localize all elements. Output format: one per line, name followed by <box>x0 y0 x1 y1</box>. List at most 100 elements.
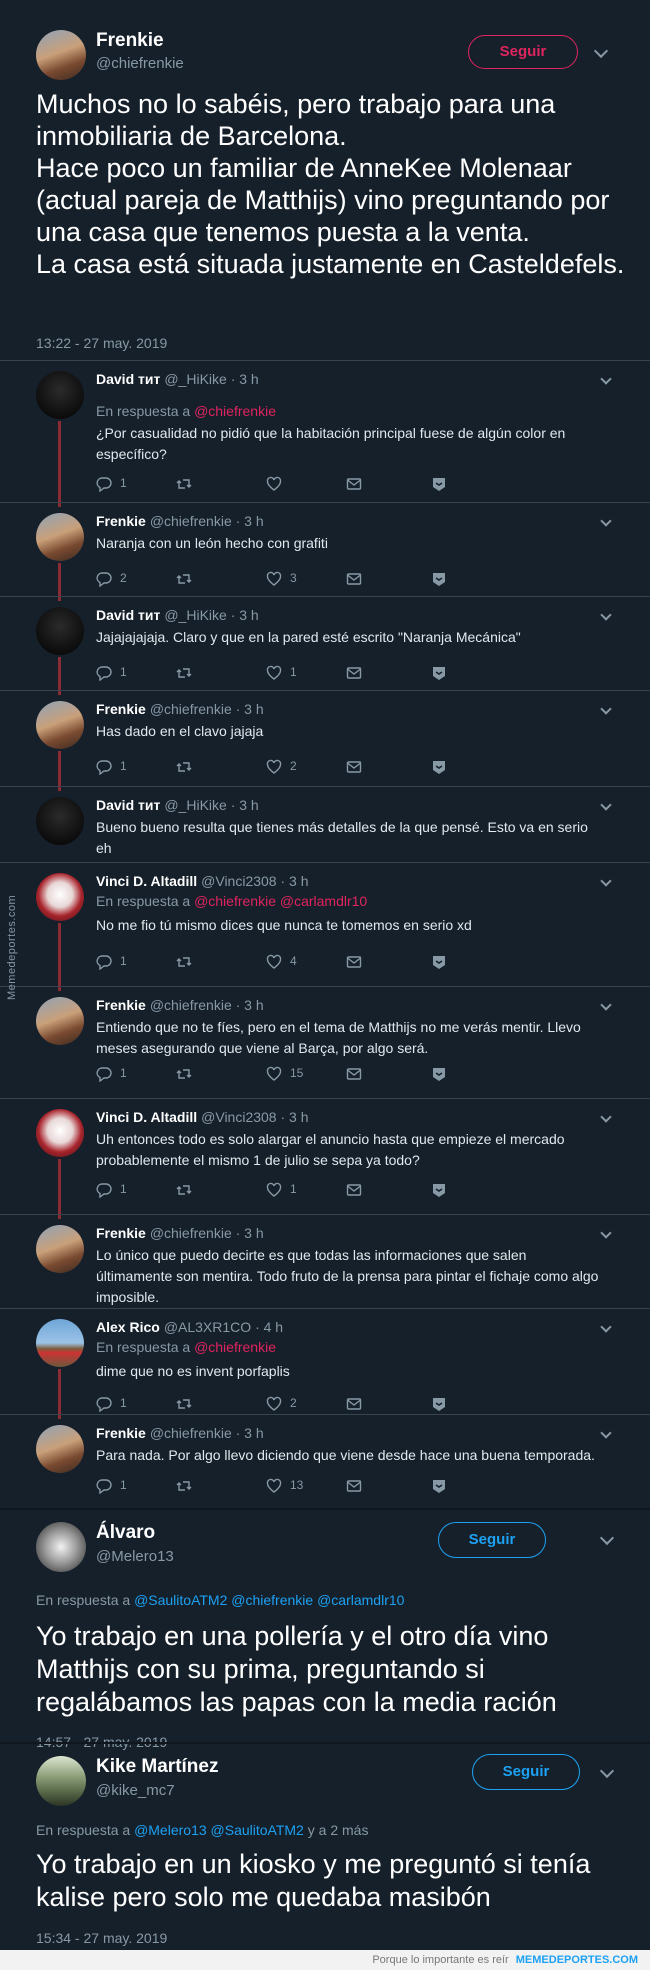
like-button[interactable]: 2 <box>266 756 297 776</box>
reply-button[interactable]: 1 <box>96 662 127 682</box>
like-button[interactable]: 4 <box>266 951 297 971</box>
author-name[interactable]: Frenkie <box>96 513 146 529</box>
reply-age[interactable]: · 3 h <box>236 1425 264 1441</box>
like-button[interactable]: 1 <box>266 662 297 682</box>
author-name[interactable]: Vinci D. Altadill <box>96 1109 197 1125</box>
reply-age[interactable]: · 3 h <box>236 997 264 1013</box>
chevron-down-icon[interactable] <box>599 1763 615 1779</box>
author-handle[interactable]: @_HiKike <box>164 607 226 623</box>
author-handle[interactable]: @Melero13 <box>96 1548 174 1565</box>
author-name[interactable]: Frenkie <box>96 1425 146 1441</box>
dm-button[interactable] <box>346 951 362 971</box>
author-name[interactable]: Frenkie <box>96 30 164 52</box>
reply-tweet[interactable]: David ᴛᴎᴛ @_HiKike · 3 h Jajajajajaja. Cla… <box>0 596 650 695</box>
chevron-down-icon[interactable] <box>600 875 612 887</box>
dm-button[interactable] <box>346 1179 362 1199</box>
mention-link[interactable]: @Melero13 @SaulitoATM2 <box>134 1822 304 1838</box>
reply-age[interactable]: · 3 h <box>231 607 259 623</box>
chevron-down-icon[interactable] <box>600 515 612 527</box>
retweet-button[interactable] <box>176 951 200 971</box>
reply-age[interactable]: · 3 h <box>236 1225 264 1241</box>
retweet-button[interactable] <box>176 662 200 682</box>
author-name[interactable]: Alex Rico <box>96 1319 160 1335</box>
bookmark-button[interactable] <box>431 568 447 588</box>
follow-button[interactable]: Seguir <box>468 35 578 69</box>
dm-button[interactable] <box>346 568 362 588</box>
reply-button[interactable]: 1 <box>96 473 127 493</box>
reply-context-more[interactable]: y a 2 más <box>308 1822 369 1838</box>
reply-tweet[interactable]: Frenkie @chiefrenkie · 3 h Has dado en el … <box>0 690 650 791</box>
reply-button[interactable]: 1 <box>96 1393 127 1413</box>
bookmark-button[interactable] <box>431 756 447 776</box>
avatar[interactable] <box>36 1522 86 1572</box>
reply-button[interactable]: 1 <box>96 1475 127 1495</box>
chevron-down-icon[interactable] <box>600 609 612 621</box>
chevron-down-icon[interactable] <box>593 43 609 59</box>
author-name[interactable]: Frenkie <box>96 1225 146 1241</box>
follow-button[interactable]: Seguir <box>472 1754 580 1790</box>
reply-tweet[interactable]: Vinci D. Altadill @Vinci2308 · 3 h Uh ento… <box>0 1098 650 1219</box>
reply-tweet[interactable]: Frenkie @chiefrenkie · 3 h Naranja con un … <box>0 502 650 601</box>
avatar[interactable] <box>36 701 84 749</box>
reply-button[interactable]: 2 <box>96 568 127 588</box>
like-button[interactable]: 3 <box>266 568 297 588</box>
author-handle[interactable]: @chiefrenkie <box>150 701 232 717</box>
chevron-down-icon[interactable] <box>600 999 612 1011</box>
avatar[interactable] <box>36 371 84 419</box>
author-handle[interactable]: @kike_mc7 <box>96 1782 175 1799</box>
retweet-button[interactable] <box>176 1393 200 1413</box>
footer-brand[interactable]: MEMEDEPORTES.COM <box>516 1954 638 1966</box>
author-handle[interactable]: @chiefrenkie <box>150 997 232 1013</box>
author-handle[interactable]: @chiefrenkie <box>150 513 232 529</box>
like-button[interactable]: 1 <box>266 1179 297 1199</box>
reply-age[interactable]: · 4 h <box>255 1319 283 1335</box>
author-handle[interactable]: @_HiKike <box>164 371 226 387</box>
avatar[interactable] <box>36 1425 84 1473</box>
chevron-down-icon[interactable] <box>600 1111 612 1123</box>
avatar[interactable] <box>36 30 86 80</box>
mention-link[interactable]: @SaulitoATM2 @chiefrenkie @carlamdlr10 <box>134 1592 404 1608</box>
avatar[interactable] <box>36 1225 84 1273</box>
mention-link[interactable]: @chiefrenkie <box>194 1339 276 1355</box>
avatar[interactable] <box>36 607 84 655</box>
author-handle[interactable]: @chiefrenkie <box>150 1425 232 1441</box>
tweet-timestamp[interactable]: 15:34 - 27 may. 2019 <box>36 1930 167 1946</box>
author-name[interactable]: Frenkie <box>96 701 146 717</box>
reply-button[interactable]: 1 <box>96 1179 127 1199</box>
reply-age[interactable]: · 3 h <box>280 1109 308 1125</box>
reply-age[interactable]: · 3 h <box>280 873 308 889</box>
author-name[interactable]: David ᴛᴎᴛ <box>96 607 160 623</box>
author-name[interactable]: Kike Martínez <box>96 1756 218 1778</box>
bookmark-button[interactable] <box>431 473 447 493</box>
author-name[interactable]: David ᴛᴎᴛ <box>96 371 160 387</box>
chevron-down-icon[interactable] <box>599 1530 615 1546</box>
author-name[interactable]: David ᴛᴎᴛ <box>96 797 160 813</box>
like-button[interactable] <box>266 473 290 493</box>
chevron-down-icon[interactable] <box>600 703 612 715</box>
reply-tweet[interactable]: Frenkie @chiefrenkie · 3 h Lo único que pu… <box>0 1214 650 1308</box>
author-handle[interactable]: @chiefrenkie <box>96 55 184 72</box>
bookmark-button[interactable] <box>431 662 447 682</box>
chevron-down-icon[interactable] <box>600 1321 612 1333</box>
reply-button[interactable]: 1 <box>96 1063 127 1083</box>
bookmark-button[interactable] <box>431 951 447 971</box>
bookmark-button[interactable] <box>431 1179 447 1199</box>
reply-age[interactable]: · 3 h <box>236 513 264 529</box>
author-name[interactable]: Álvaro <box>96 1522 155 1544</box>
avatar[interactable] <box>36 873 84 921</box>
reply-age[interactable]: · 3 h <box>236 701 264 717</box>
reply-button[interactable]: 1 <box>96 951 127 971</box>
avatar[interactable] <box>36 1319 84 1367</box>
dm-button[interactable] <box>346 1475 362 1495</box>
chevron-down-icon[interactable] <box>600 1427 612 1439</box>
chevron-down-icon[interactable] <box>600 799 612 811</box>
dm-button[interactable] <box>346 1063 362 1083</box>
retweet-button[interactable] <box>176 1063 200 1083</box>
reply-tweet[interactable]: David ᴛᴎᴛ @_HiKike · 3 h En respuesta a @c… <box>0 360 650 507</box>
like-button[interactable]: 2 <box>266 1393 297 1413</box>
chevron-down-icon[interactable] <box>600 373 612 385</box>
dm-button[interactable] <box>346 662 362 682</box>
dm-button[interactable] <box>346 1393 362 1413</box>
retweet-button[interactable] <box>176 1475 200 1495</box>
retweet-button[interactable] <box>176 1179 200 1199</box>
